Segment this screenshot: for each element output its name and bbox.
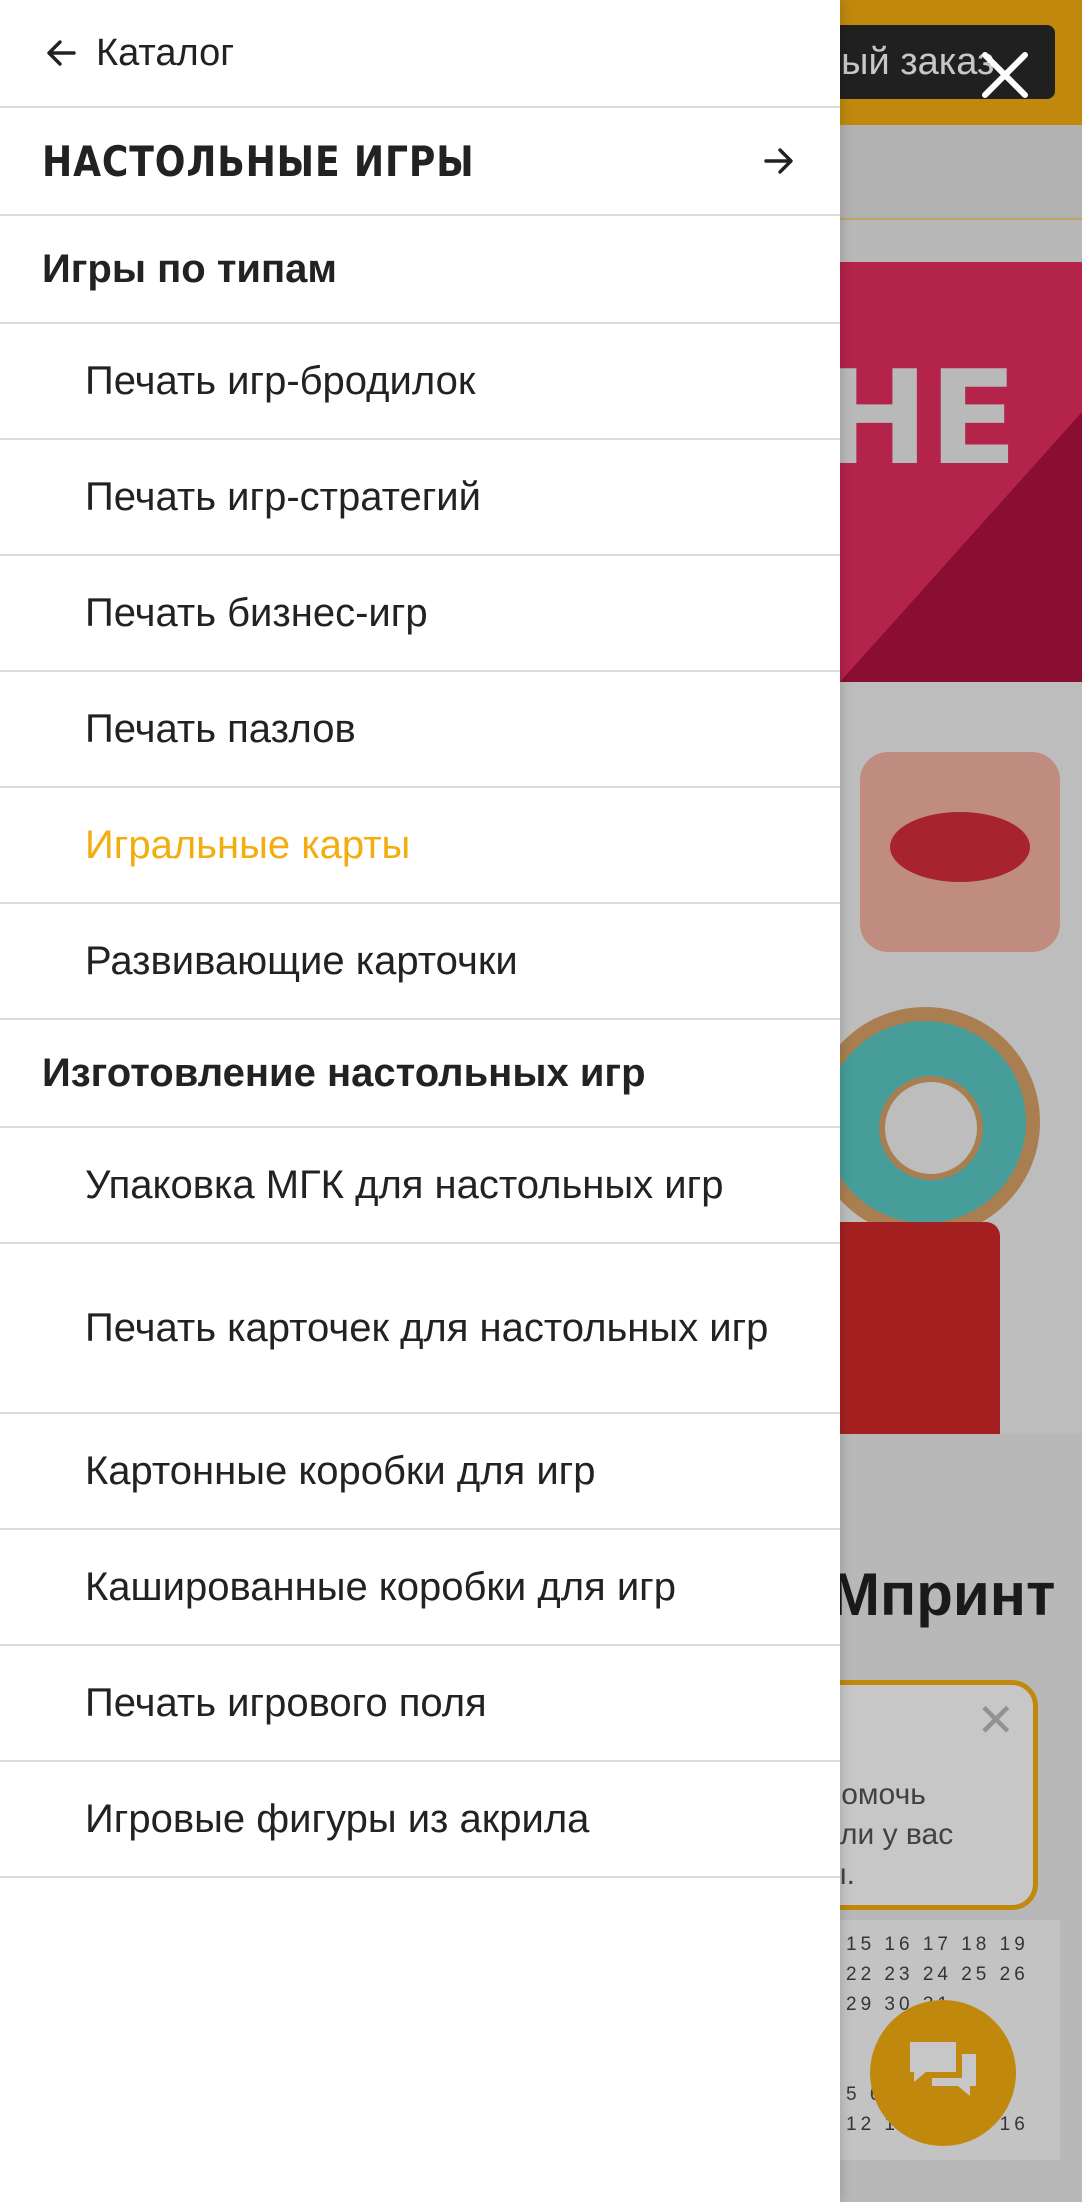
menu-item[interactable]: Печать карточек для настольных игр <box>0 1244 840 1414</box>
close-menu-icon[interactable] <box>975 45 1035 105</box>
menu-item[interactable]: Кашированные коробки для игр <box>0 1530 840 1646</box>
menu-item[interactable]: Печать бизнес-игр <box>0 556 840 672</box>
menu-item-label: Печать пазлов <box>85 707 356 751</box>
menu-item-label: Картонные коробки для игр <box>85 1449 596 1493</box>
group-header[interactable]: Игры по типам <box>0 216 840 324</box>
menu-item[interactable]: Картонные коробки для игр <box>0 1414 840 1530</box>
menu-item-label: Печать игрового поля <box>85 1681 487 1725</box>
menu-item-label: Упаковка МГК для настольных игр <box>85 1163 724 1207</box>
group-header[interactable]: Изготовление настольных игр <box>0 1020 840 1128</box>
group-label: Игры по типам <box>42 246 337 291</box>
menu-item-label: Развивающие карточки <box>85 939 518 983</box>
menu-item-label: Игральные карты <box>85 823 411 867</box>
menu-item-label: Кашированные коробки для игр <box>85 1565 676 1609</box>
menu-item-label: Печать бизнес-игр <box>85 591 428 635</box>
back-to-catalog-button[interactable]: Каталог <box>0 0 840 108</box>
menu-item[interactable]: Печать пазлов <box>0 672 840 788</box>
arrow-left-icon <box>47 40 76 66</box>
group-label: Изготовление настольных игр <box>42 1050 646 1095</box>
menu-item[interactable]: Упаковка МГК для настольных игр <box>0 1128 840 1244</box>
menu-item-label: Игровые фигуры из акрила <box>85 1797 590 1841</box>
menu-item-label: Печать игр-бродилок <box>85 359 476 403</box>
menu-item-label: Печать карточек для настольных игр <box>85 1306 769 1350</box>
menu-item[interactable]: Печать игр-стратегий <box>0 440 840 556</box>
catalog-drawer: Каталог НАСТОЛЬНЫЕ ИГРЫ Игры по типам Пе… <box>0 0 840 2202</box>
section-title: НАСТОЛЬНЫЕ ИГРЫ <box>42 136 475 186</box>
arrow-right-icon <box>764 148 793 174</box>
menu-item[interactable]: Печать игрового поля <box>0 1646 840 1762</box>
menu-item[interactable]: Развивающие карточки <box>0 904 840 1020</box>
menu-item[interactable]: Печать игр-бродилок <box>0 324 840 440</box>
menu-item[interactable]: Игровые фигуры из акрила <box>0 1762 840 1878</box>
back-label: Каталог <box>96 31 235 74</box>
section-board-games[interactable]: НАСТОЛЬНЫЕ ИГРЫ <box>0 108 840 216</box>
menu-item-label: Печать игр-стратегий <box>85 475 481 519</box>
menu-item-active[interactable]: Игральные карты <box>0 788 840 904</box>
